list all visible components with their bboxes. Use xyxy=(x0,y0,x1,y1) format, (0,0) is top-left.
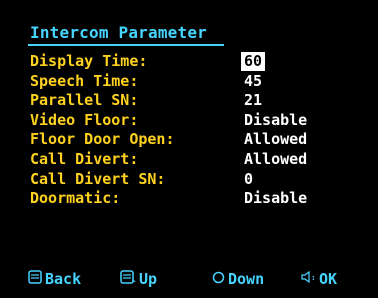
back-label: Back xyxy=(45,270,82,288)
param-row-display-time[interactable]: Display Time: 60 xyxy=(30,52,368,72)
param-row-call-divert[interactable]: Call Divert: Allowed xyxy=(30,150,368,170)
up-button[interactable]: Up xyxy=(120,270,157,288)
param-value[interactable]: 0 xyxy=(244,170,253,189)
param-row-doormatic[interactable]: Doormatic: Disable xyxy=(30,189,368,209)
param-value[interactable]: 45 xyxy=(244,72,262,91)
title-underline xyxy=(28,44,224,46)
param-row-speech-time[interactable]: Speech Time: 45 xyxy=(30,72,368,92)
param-label: Floor Door Open: xyxy=(30,130,175,149)
ok-key-icon: : xyxy=(300,270,319,288)
parameter-list: Display Time: 60 Speech Time: 45 Paralle… xyxy=(30,52,368,209)
down-key-icon xyxy=(212,270,228,288)
down-label: Down xyxy=(228,270,265,288)
ok-button[interactable]: : OK xyxy=(300,270,337,288)
param-label: Call Divert: xyxy=(30,149,139,168)
softkey-bar: Back Up Down: OK xyxy=(0,262,378,292)
page-title: Intercom Parameter xyxy=(30,23,207,42)
param-value-selected[interactable]: 60 xyxy=(241,52,266,71)
up-key-icon xyxy=(120,270,139,288)
svg-text::: : xyxy=(311,273,316,282)
param-value[interactable]: Disable xyxy=(244,111,307,130)
down-button[interactable]: Down xyxy=(212,270,264,288)
back-button[interactable]: Back xyxy=(28,270,81,288)
param-label: Video Floor: xyxy=(30,110,139,129)
param-label: Speech Time: xyxy=(30,71,139,90)
param-value[interactable]: Disable xyxy=(244,189,307,208)
param-label: Display Time: xyxy=(30,52,148,70)
param-label: Call Divert SN: xyxy=(30,169,166,188)
back-key-icon xyxy=(28,270,45,288)
param-label: Parallel SN: xyxy=(30,91,139,110)
ok-label: OK xyxy=(319,270,338,288)
param-row-video-floor[interactable]: Video Floor: Disable xyxy=(30,111,368,131)
param-label: Doormatic: xyxy=(30,189,121,208)
param-row-call-divert-sn[interactable]: Call Divert SN: 0 xyxy=(30,170,368,190)
up-label: Up xyxy=(139,270,158,288)
param-value[interactable]: 21 xyxy=(244,91,262,110)
intercom-parameter-screen: Intercom Parameter Display Time: 60 Spee… xyxy=(0,0,378,298)
param-value[interactable]: Allowed xyxy=(244,130,307,149)
param-row-parallel-sn[interactable]: Parallel SN: 21 xyxy=(30,91,368,111)
param-value[interactable]: Allowed xyxy=(244,150,307,169)
param-row-floor-door-open[interactable]: Floor Door Open: Allowed xyxy=(30,130,368,150)
